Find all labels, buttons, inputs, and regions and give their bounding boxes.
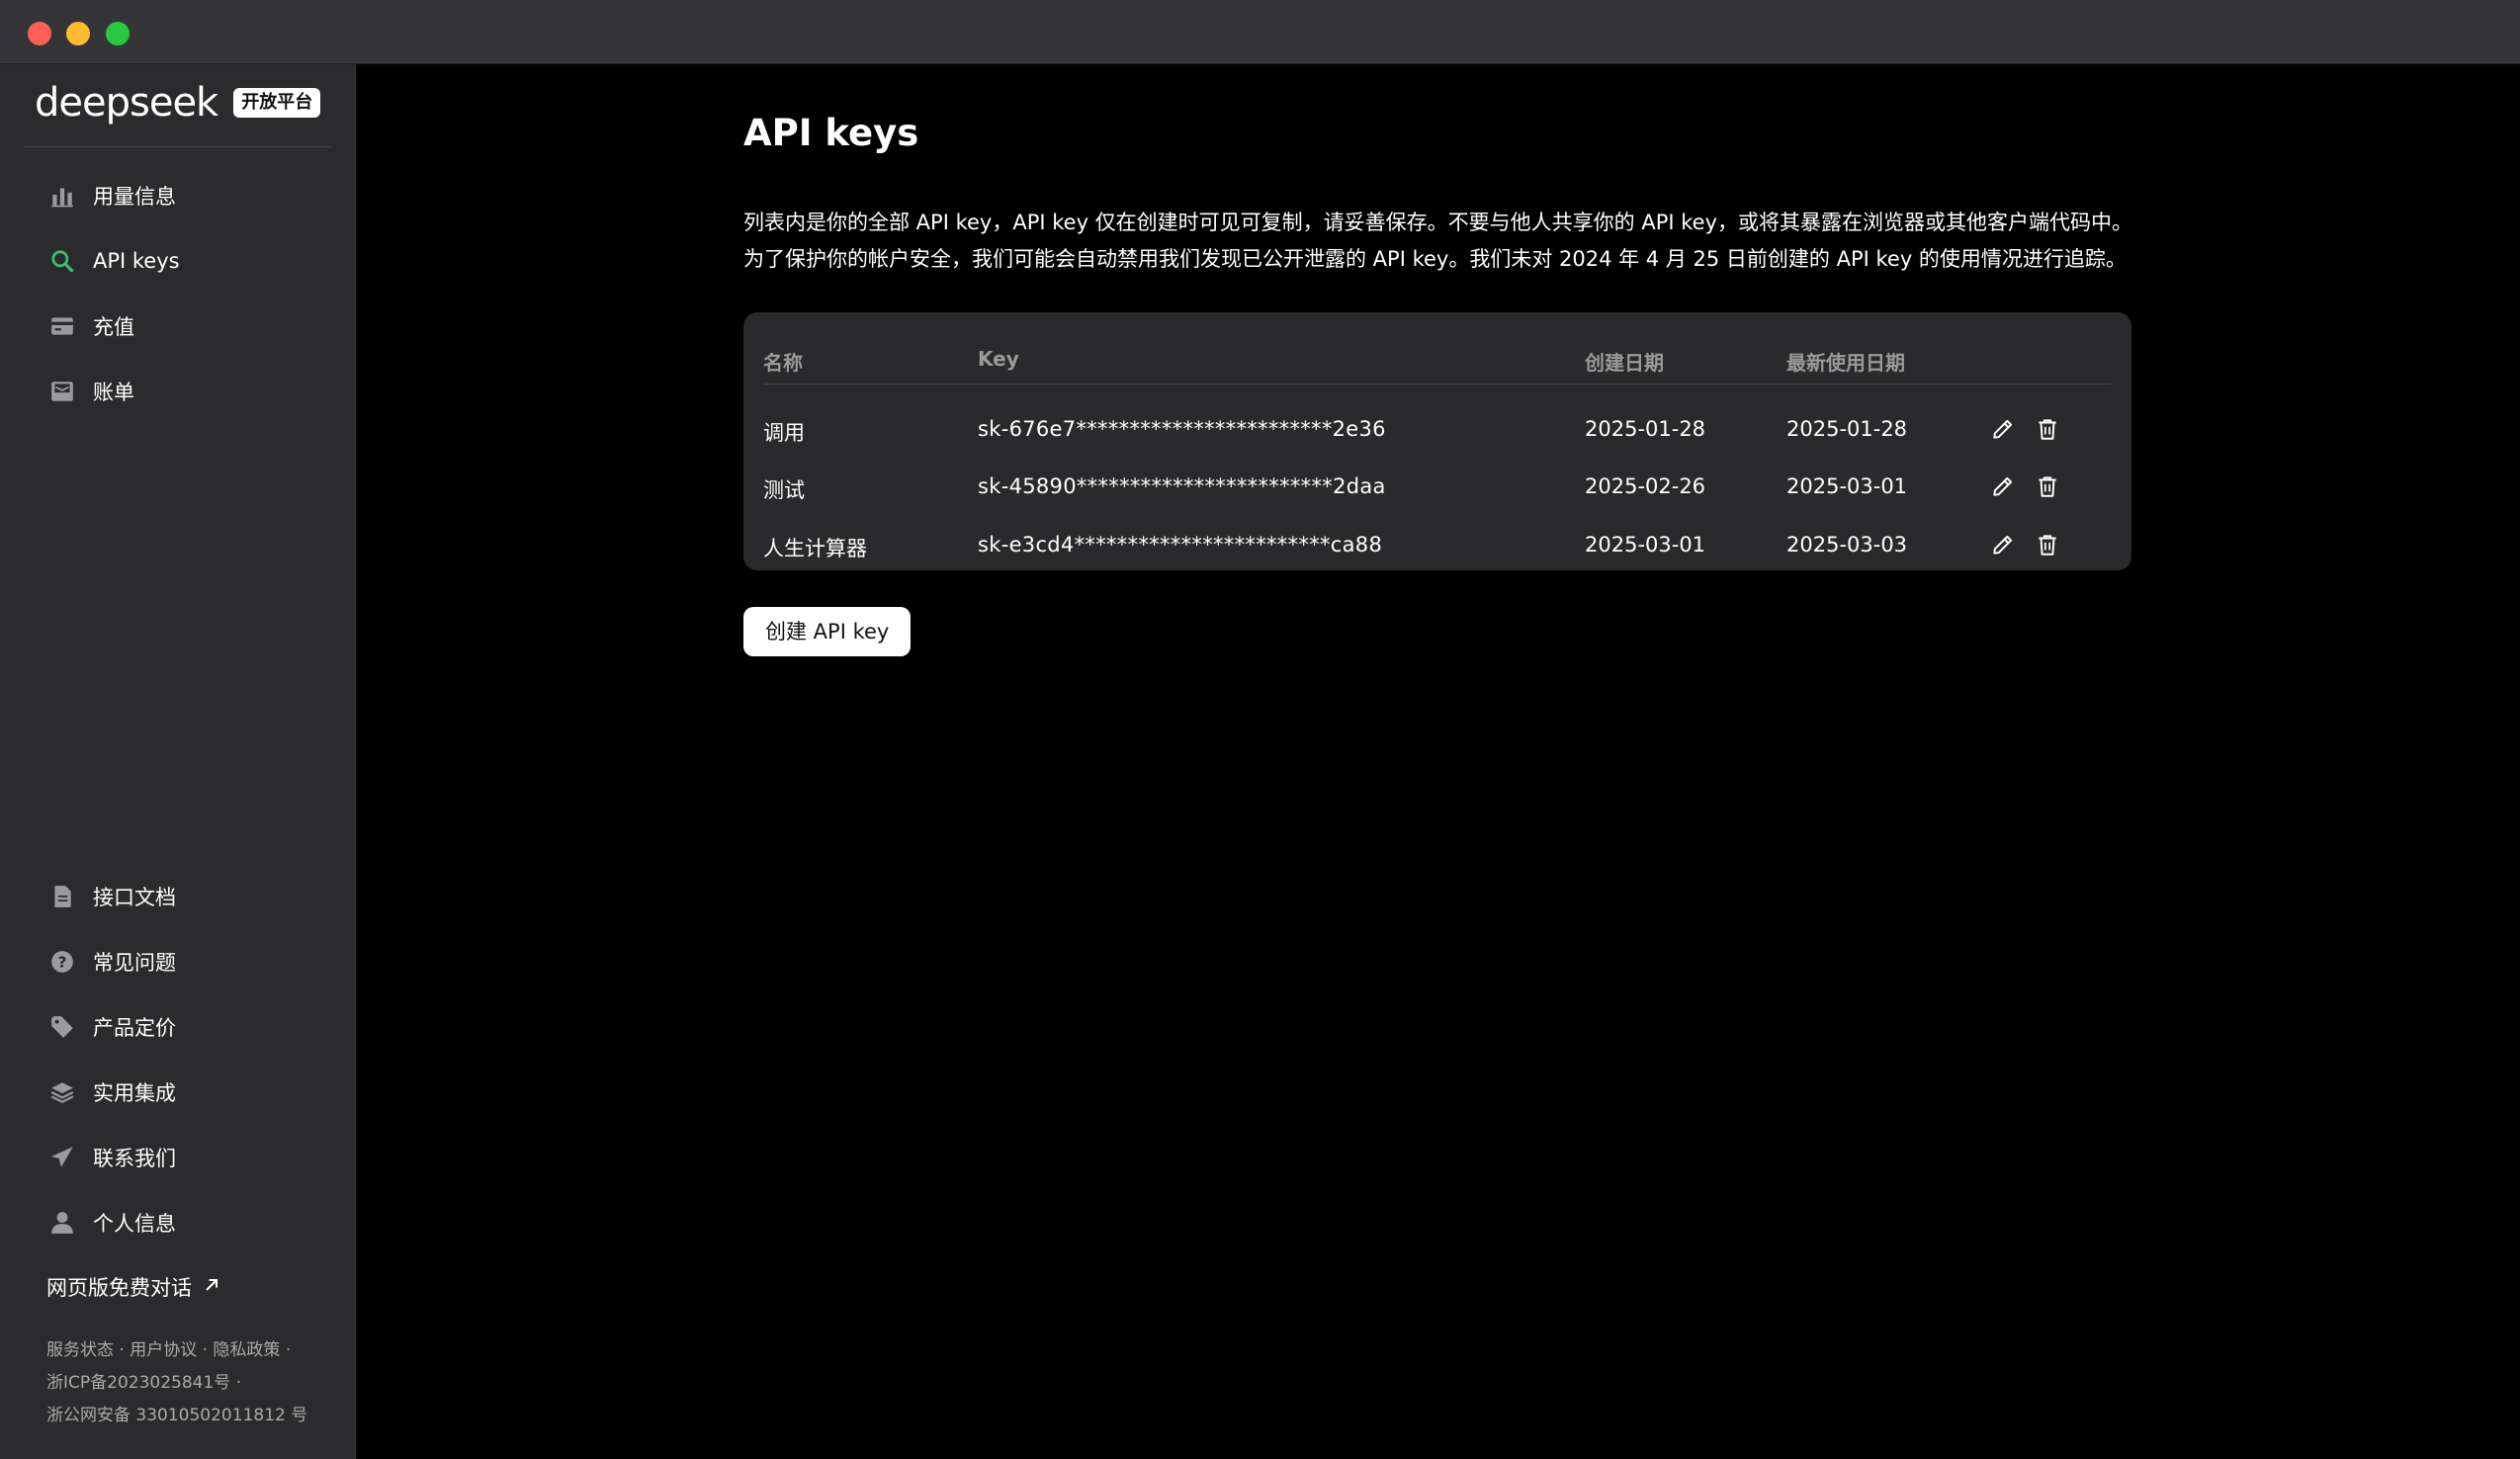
sidebar-item-label: 个人信息 <box>93 1212 176 1236</box>
sidebar-item-label: 产品定价 <box>93 1016 176 1040</box>
bill-inbox-icon <box>47 377 77 406</box>
sidebar-item-usage[interactable]: 用量信息 <box>47 176 176 215</box>
icp-record[interactable]: 浙ICP备2023025841号 · <box>46 1367 307 1400</box>
column-header-last-used: 最新使用日期 <box>1786 351 1905 375</box>
key-name: 人生计算器 <box>763 537 867 560</box>
table-row: 测试 sk-45890************************2daa … <box>743 458 2131 515</box>
page-description: 列表内是你的全部 API key，API key 仅在创建时可见可复制，请妥善保… <box>743 205 2147 278</box>
sidebar-item-label: 联系我们 <box>93 1147 176 1170</box>
user-icon <box>47 1208 77 1238</box>
send-icon <box>47 1143 77 1172</box>
column-header-key: Key <box>978 347 1019 371</box>
bar-chart-icon <box>47 181 77 211</box>
edit-pencil-icon[interactable] <box>1990 416 2016 442</box>
table-row: 人生计算器 sk-e3cd4************************ca… <box>743 516 2131 573</box>
sidebar-divider <box>24 146 331 147</box>
sidebar-item-pricing[interactable]: 产品定价 <box>47 1007 176 1047</box>
create-api-key-button[interactable]: 创建 API key <box>743 607 912 656</box>
key-name: 测试 <box>763 478 805 502</box>
description-line-1: 列表内是你的全部 API key，API key 仅在创建时可见可复制，请妥善保… <box>743 211 2132 234</box>
brand-logo[interactable]: deepseek 开放平台 <box>35 78 321 128</box>
brand-wordmark: deepseek <box>35 80 218 126</box>
title-bar <box>0 0 2520 64</box>
sidebar-item-billing[interactable]: 账单 <box>47 372 134 411</box>
sidebar-item-label: 用量信息 <box>93 185 176 209</box>
sidebar: deepseek 开放平台 用量信息 API keys 充值 账单 接口文档 ?… <box>0 64 356 1459</box>
column-header-created: 创建日期 <box>1585 351 1664 375</box>
sidebar-item-api-keys[interactable]: API keys <box>47 241 180 281</box>
sidebar-item-profile[interactable]: 个人信息 <box>47 1203 176 1243</box>
created-date: 2025-02-26 <box>1585 474 1706 498</box>
sidebar-footer: 服务状态 · 用户协议 · 隐私政策 · 浙ICP备2023025841号 · … <box>46 1334 307 1432</box>
minimize-window-button[interactable] <box>66 22 90 45</box>
app-window: deepseek 开放平台 用量信息 API keys 充值 账单 接口文档 ?… <box>0 0 2520 1459</box>
sidebar-item-label: 接口文档 <box>93 886 176 909</box>
edit-pencil-icon[interactable] <box>1990 473 2016 499</box>
last-used-date: 2025-03-03 <box>1786 533 1908 557</box>
last-used-date: 2025-03-01 <box>1786 474 1908 498</box>
page-title: API keys <box>743 112 919 154</box>
delete-trash-icon[interactable] <box>2035 473 2060 499</box>
key-value: sk-676e7************************2e36 <box>978 417 1386 441</box>
description-line-2: 为了保护你的帐户安全，我们可能会自动禁用我们发现已公开泄露的 API key。我… <box>743 247 2127 271</box>
key-value: sk-e3cd4************************ca88 <box>978 533 1383 557</box>
close-window-button[interactable] <box>28 22 51 45</box>
sidebar-item-contact[interactable]: 联系我们 <box>47 1138 176 1177</box>
edit-pencil-icon[interactable] <box>1990 532 2016 558</box>
sidebar-item-recharge[interactable]: 充值 <box>47 306 134 346</box>
table-header-divider <box>763 384 2112 385</box>
created-date: 2025-01-28 <box>1585 417 1706 441</box>
web-chat-link-label: 网页版免费对话 <box>46 1276 192 1300</box>
sidebar-item-label: 账单 <box>93 381 134 404</box>
price-tag-icon <box>47 1012 77 1042</box>
sidebar-item-label: 常见问题 <box>93 951 176 975</box>
platform-badge: 开放平台 <box>233 88 321 118</box>
created-date: 2025-03-01 <box>1585 533 1706 557</box>
search-key-icon <box>47 246 77 276</box>
sidebar-item-label: API keys <box>93 249 180 273</box>
delete-trash-icon[interactable] <box>2035 532 2060 558</box>
sidebar-item-faq[interactable]: ? 常见问题 <box>47 942 176 982</box>
key-name: 调用 <box>763 421 805 445</box>
sidebar-item-api-docs[interactable]: 接口文档 <box>47 877 176 916</box>
last-used-date: 2025-01-28 <box>1786 417 1908 441</box>
sidebar-item-integrations[interactable]: 实用集成 <box>47 1073 176 1112</box>
document-icon <box>47 882 77 911</box>
table-row: 调用 sk-676e7************************2e36 … <box>743 400 2131 458</box>
web-chat-link[interactable]: 网页版免费对话 <box>46 1272 221 1302</box>
api-keys-table: 名称 Key 创建日期 最新使用日期 调用 sk-676e7**********… <box>743 312 2131 570</box>
key-value: sk-45890************************2daa <box>978 474 1386 498</box>
column-header-name: 名称 <box>763 351 803 375</box>
delete-trash-icon[interactable] <box>2035 416 2060 442</box>
main-content: API keys 列表内是你的全部 API key，API key 仅在创建时可… <box>356 64 2520 1459</box>
footer-links[interactable]: 服务状态 · 用户协议 · 隐私政策 · <box>46 1334 307 1367</box>
question-icon: ? <box>47 947 77 977</box>
wallet-icon <box>47 311 77 341</box>
layers-icon <box>47 1077 77 1107</box>
maximize-window-button[interactable] <box>106 22 130 45</box>
external-link-arrow-icon <box>192 1275 221 1300</box>
sidebar-item-label: 实用集成 <box>93 1081 176 1105</box>
sidebar-item-label: 充值 <box>93 315 134 339</box>
svg-text:?: ? <box>58 953 67 971</box>
public-security-record[interactable]: 浙公网安备 33010502011812 号 <box>46 1400 307 1432</box>
